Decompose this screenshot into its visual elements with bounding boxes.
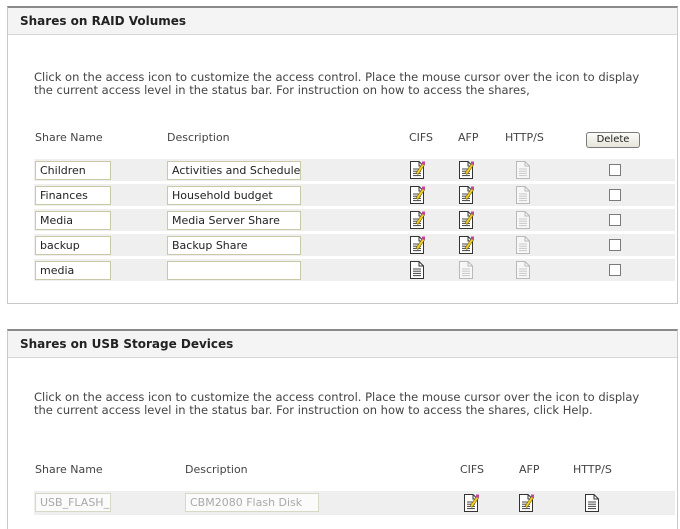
description-input[interactable]: Media Server Share: [167, 211, 301, 230]
description-input[interactable]: Household budget: [167, 186, 301, 205]
access-http-no-access-icon[interactable]: [515, 160, 531, 180]
access-http-no-access-icon[interactable]: [515, 260, 531, 280]
access-http-no-access-icon[interactable]: [515, 210, 531, 230]
table-row: [34, 234, 675, 256]
usb-col-http: HTTP/S: [573, 463, 612, 476]
usb-panel-title: Shares on USB Storage Devices: [8, 331, 677, 358]
usb-share-name-input: USB_FLASH_: [35, 493, 111, 512]
description-input[interactable]: Backup Share: [167, 236, 301, 255]
access-cifs-read-access-icon[interactable]: [409, 260, 425, 280]
raid-shares-panel: Shares on RAID Volumes Click on the acce…: [7, 6, 678, 304]
delete-checkbox[interactable]: [609, 164, 621, 176]
table-row: [34, 259, 675, 281]
table-row: [34, 491, 675, 515]
usb-access-http-read-access-icon[interactable]: [584, 493, 600, 513]
delete-checkbox[interactable]: [609, 189, 621, 201]
delete-checkbox[interactable]: [609, 214, 621, 226]
delete-checkbox[interactable]: [609, 264, 621, 276]
description-input[interactable]: Activities and Schedule: [167, 161, 301, 180]
table-row: [34, 184, 675, 206]
delete-checkbox[interactable]: [609, 239, 621, 251]
access-afp-edit-access-icon[interactable]: [458, 235, 474, 255]
usb-shares-panel: Shares on USB Storage Devices Click on t…: [7, 329, 678, 529]
usb-access-afp-edit-access-icon[interactable]: [518, 493, 534, 513]
access-http-no-access-icon[interactable]: [515, 185, 531, 205]
usb-intro-text: Click on the access icon to customize th…: [34, 390, 640, 417]
access-cifs-edit-access-icon[interactable]: [409, 210, 425, 230]
raid-intro-text: Click on the access icon to customize th…: [34, 70, 640, 97]
share-name-input[interactable]: Media: [35, 211, 111, 230]
share-name-input[interactable]: media: [35, 261, 111, 280]
access-http-no-access-icon[interactable]: [515, 235, 531, 255]
usb-col-cifs: CIFS: [460, 463, 485, 476]
usb-col-afp: AFP: [519, 463, 540, 476]
share-name-input[interactable]: Finances: [35, 186, 111, 205]
usb-access-cifs-edit-access-icon[interactable]: [463, 493, 479, 513]
access-cifs-edit-access-icon[interactable]: [409, 160, 425, 180]
delete-button[interactable]: Delete: [586, 132, 640, 148]
access-afp-no-access-icon[interactable]: [458, 260, 474, 280]
usb-col-share-name: Share Name: [35, 463, 103, 476]
usb-col-description: Description: [185, 463, 248, 476]
table-row: [34, 209, 675, 231]
usb-description-input: CBM2080 Flash Disk: [185, 493, 319, 512]
access-cifs-edit-access-icon[interactable]: [409, 235, 425, 255]
col-http: HTTP/S: [505, 131, 544, 144]
access-afp-edit-access-icon[interactable]: [458, 210, 474, 230]
description-input[interactable]: [167, 261, 301, 280]
col-cifs: CIFS: [409, 131, 434, 144]
col-description: Description: [167, 131, 230, 144]
col-share-name: Share Name: [35, 131, 103, 144]
table-row: [34, 159, 675, 181]
raid-panel-title: Shares on RAID Volumes: [8, 8, 677, 35]
col-afp: AFP: [458, 131, 479, 144]
access-cifs-edit-access-icon[interactable]: [409, 185, 425, 205]
share-name-input[interactable]: backup: [35, 236, 111, 255]
access-afp-edit-access-icon[interactable]: [458, 160, 474, 180]
access-afp-edit-access-icon[interactable]: [458, 185, 474, 205]
share-name-input[interactable]: Children: [35, 161, 111, 180]
